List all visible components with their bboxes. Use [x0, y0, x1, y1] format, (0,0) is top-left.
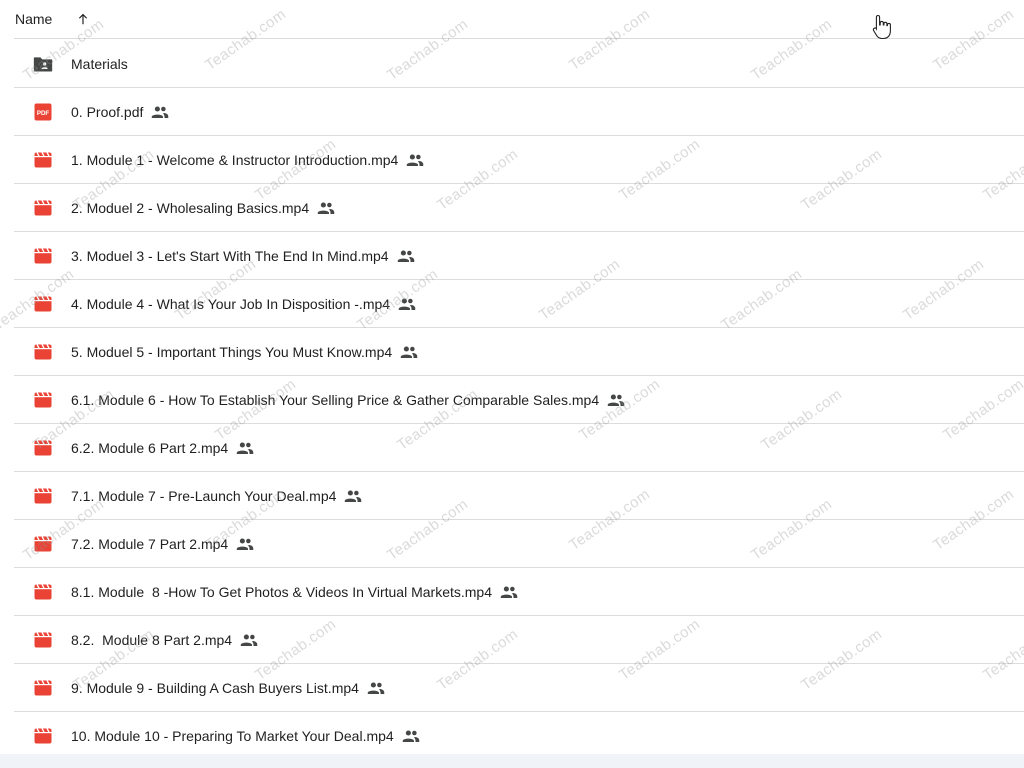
shared-people-icon	[151, 103, 169, 121]
video-file-icon	[33, 630, 53, 650]
shared-people-icon	[400, 343, 418, 361]
file-name: 10. Module 10 - Preparing To Market Your…	[71, 727, 394, 744]
file-row[interactable]: 3. Moduel 3 - Let's Start With The End I…	[14, 232, 1024, 280]
shared-people-icon	[607, 391, 625, 409]
file-name: 8.2. Module 8 Part 2.mp4	[71, 631, 233, 648]
name-column-header[interactable]: Name	[14, 11, 52, 27]
file-name: 9. Module 9 - Building A Cash Buyers Lis…	[71, 679, 359, 696]
video-file-icon	[33, 246, 53, 266]
video-file-icon	[33, 438, 53, 458]
shared-people-icon	[344, 487, 362, 505]
file-list: Materials PDF 0. Proof.pdf 1. Module 1 - We…	[14, 40, 1024, 760]
video-file-icon	[33, 390, 53, 410]
arrow-upward-icon	[79, 13, 88, 25]
file-name: 6.2. Module 6 Part 2.mp4	[71, 439, 229, 456]
shared-people-icon	[236, 535, 254, 553]
video-file-icon	[33, 294, 53, 314]
file-row[interactable]: 5. Moduel 5 - Important Things You Must …	[14, 328, 1024, 376]
file-name: 7.2. Module 7 Part 2.mp4	[71, 535, 229, 552]
file-row[interactable]: 1. Module 1 - Welcome & Instructor Intro…	[14, 136, 1024, 184]
video-file-icon	[33, 486, 53, 506]
video-file-icon	[33, 582, 53, 602]
shared-folder-icon	[33, 54, 53, 74]
file-row[interactable]: 10. Module 10 - Preparing To Market Your…	[14, 712, 1024, 760]
file-row[interactable]: 8.1. Module 8 -How To Get Photos & Video…	[14, 568, 1024, 616]
file-row[interactable]: 2. Moduel 2 - Wholesaling Basics.mp4	[14, 184, 1024, 232]
folder-row[interactable]: Materials	[14, 40, 1024, 88]
video-file-icon	[33, 726, 53, 746]
file-row[interactable]: 9. Module 9 - Building A Cash Buyers Lis…	[14, 664, 1024, 712]
shared-people-icon	[367, 679, 385, 697]
file-name: Materials	[71, 55, 128, 72]
file-name: 1. Module 1 - Welcome & Instructor Intro…	[71, 151, 399, 168]
file-name: 3. Moduel 3 - Let's Start With The End I…	[71, 247, 389, 264]
video-file-icon	[33, 534, 53, 554]
file-name: 4. Module 4 - What Is Your Job In Dispos…	[71, 295, 391, 312]
shared-people-icon	[236, 439, 254, 457]
file-name: 7.1. Module 7 - Pre-Launch Your Deal.mp4	[71, 487, 337, 504]
file-row[interactable]: 7.2. Module 7 Part 2.mp4	[14, 520, 1024, 568]
file-row[interactable]: 6.2. Module 6 Part 2.mp4	[14, 424, 1024, 472]
file-name: 5. Moduel 5 - Important Things You Must …	[71, 343, 393, 360]
file-row[interactable]: 4. Module 4 - What Is Your Job In Dispos…	[14, 280, 1024, 328]
shared-people-icon	[240, 631, 258, 649]
file-row[interactable]: 8.2. Module 8 Part 2.mp4	[14, 616, 1024, 664]
file-row[interactable]: 7.1. Module 7 - Pre-Launch Your Deal.mp4	[14, 472, 1024, 520]
file-row[interactable]: PDF 0. Proof.pdf	[14, 88, 1024, 136]
shared-people-icon	[500, 583, 518, 601]
hand-cursor-icon	[872, 14, 891, 40]
video-file-icon	[33, 678, 53, 698]
sort-button[interactable]	[74, 10, 92, 28]
drive-file-list-page: Name Materials PDF 0. Proof.pdf 1. Module 1…	[0, 0, 1024, 768]
video-file-icon	[33, 342, 53, 362]
file-name: 0. Proof.pdf	[71, 103, 144, 120]
shared-people-icon	[398, 295, 416, 313]
svg-text:PDF: PDF	[37, 109, 50, 116]
bottom-bar	[0, 754, 1024, 768]
file-name: 6.1. Module 6 - How To Establish Your Se…	[71, 391, 600, 408]
shared-people-icon	[317, 199, 335, 217]
pdf-file-icon: PDF	[33, 102, 53, 122]
shared-people-icon	[397, 247, 415, 265]
shared-people-icon	[406, 151, 424, 169]
file-row[interactable]: 6.1. Module 6 - How To Establish Your Se…	[14, 376, 1024, 424]
file-name: 2. Moduel 2 - Wholesaling Basics.mp4	[71, 199, 310, 216]
file-name: 8.1. Module 8 -How To Get Photos & Video…	[71, 583, 492, 600]
video-file-icon	[33, 198, 53, 218]
video-file-icon	[33, 150, 53, 170]
shared-people-icon	[402, 727, 420, 745]
